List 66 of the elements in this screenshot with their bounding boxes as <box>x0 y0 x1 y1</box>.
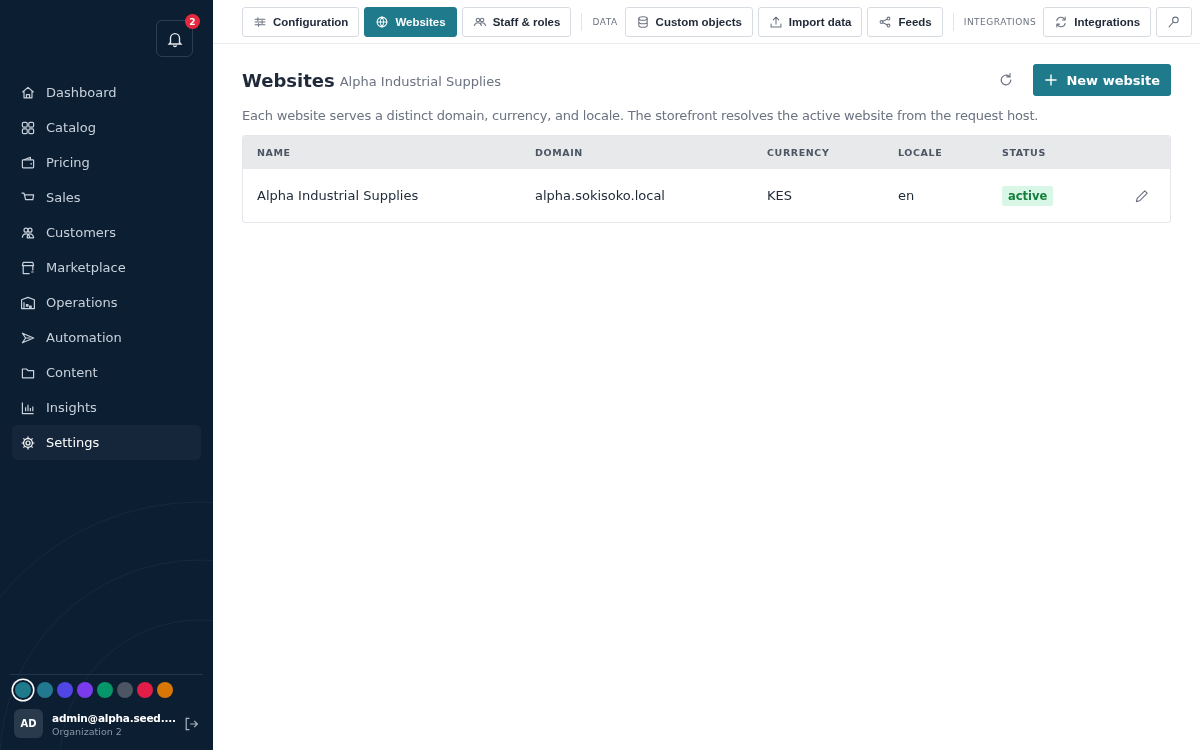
nav-item[interactable]: Dashboard <box>12 75 201 110</box>
key-icon <box>1167 14 1182 29</box>
nav-item[interactable]: Settings <box>12 425 201 460</box>
theme-swatch[interactable] <box>137 682 153 698</box>
column-header: CURRENCY <box>766 147 831 158</box>
tab-button[interactable]: Integrations <box>1043 6 1152 37</box>
nav-item[interactable]: Operations <box>12 285 201 320</box>
status-badge: active <box>1002 185 1054 206</box>
nav-item[interactable]: Content <box>12 355 201 390</box>
tab-button[interactable] <box>1156 6 1193 37</box>
sliders-icon <box>253 14 267 29</box>
nav-item[interactable]: Automation <box>12 320 201 355</box>
table-cell-text: alpha.sokisoko.local <box>534 188 666 203</box>
share-icon <box>878 14 893 29</box>
notification-badge: 2 <box>185 14 200 29</box>
column-header: NAME <box>256 147 292 158</box>
new-website-button[interactable]: New website <box>1033 64 1171 96</box>
database-icon <box>635 14 650 29</box>
nav-item[interactable]: Catalog <box>12 110 201 145</box>
tab-button[interactable]: Staff & roles <box>461 6 572 37</box>
page-subtitle: Alpha Industrial Supplies <box>339 74 501 89</box>
logout-button[interactable] <box>183 715 199 732</box>
theme-swatch[interactable] <box>37 682 53 698</box>
logout-icon <box>183 715 199 732</box>
bar-chart-icon <box>20 399 36 416</box>
table-cell-text: KES <box>766 188 793 203</box>
theme-swatch[interactable] <box>15 682 31 698</box>
sync-icon <box>1054 14 1069 29</box>
nav-item[interactable]: Marketplace <box>12 250 201 285</box>
nav-item[interactable]: Customers <box>12 215 201 250</box>
building-icon <box>20 294 36 311</box>
theme-swatch[interactable] <box>157 682 173 698</box>
column-header: STATUS <box>1001 147 1047 158</box>
table-cell-text: en <box>897 188 916 203</box>
section-label: INTEGRATIONS <box>963 16 1037 27</box>
tab-button[interactable]: Configuration <box>242 6 360 37</box>
theme-swatch[interactable] <box>57 682 73 698</box>
page-title: Websites <box>242 69 335 91</box>
user-avatar: AD <box>14 709 43 738</box>
page-description: Each website serves a distinct domain, currency, and locale. The storefront resolves the active website from the request host. <box>242 108 1040 123</box>
nav-item[interactable]: Pricing <box>12 145 201 180</box>
user-email: admin@alpha.seed.... <box>52 710 174 726</box>
store-icon <box>20 259 36 276</box>
theme-swatch[interactable] <box>97 682 113 698</box>
nav-item[interactable]: Insights <box>12 390 201 425</box>
theme-swatch[interactable] <box>77 682 93 698</box>
column-header: DOMAIN <box>534 147 584 158</box>
table-cell-text: Alpha Industrial Supplies <box>256 188 420 203</box>
tab-button[interactable]: Feeds <box>867 6 943 37</box>
wallet-icon <box>20 154 36 171</box>
house-icon <box>20 84 36 101</box>
theme-swatch[interactable] <box>117 682 133 698</box>
upload-icon <box>768 14 783 29</box>
tab-button[interactable]: Custom objects <box>624 6 753 37</box>
tab-button[interactable]: Websites <box>364 6 457 37</box>
settings-icon <box>20 434 36 451</box>
nav-item[interactable]: Sales <box>12 180 201 215</box>
column-header: LOCALE <box>897 147 944 158</box>
grid-icon <box>20 119 36 136</box>
globe-icon <box>375 14 390 29</box>
edit-button[interactable] <box>1134 187 1150 204</box>
section-label: DATA <box>592 16 618 27</box>
organization-name: Organization 2 <box>52 725 123 737</box>
plus-icon <box>1044 73 1059 87</box>
pencil-icon <box>1134 187 1150 204</box>
tab-button[interactable]: Import data <box>757 6 863 37</box>
